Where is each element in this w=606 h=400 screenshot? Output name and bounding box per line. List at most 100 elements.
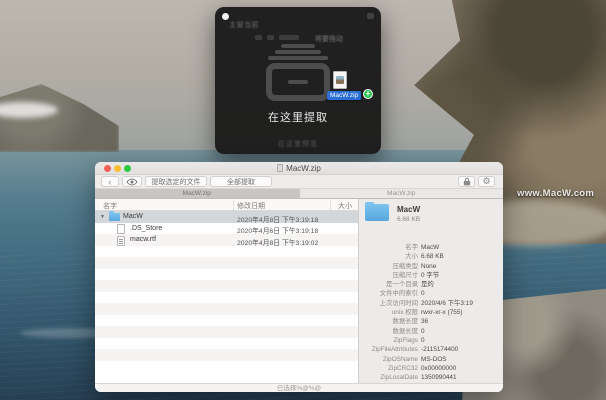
- list-empty-row: [95, 349, 358, 361]
- detail-row: 压缩类型None: [359, 262, 503, 271]
- lock-icon: [463, 177, 471, 186]
- detail-row: 文件中的索引0: [359, 289, 503, 298]
- zip-doc-icon: [277, 164, 283, 172]
- desktop: www.MacW.com 主窗当前 将要拖动 MacW.zip + 在这里提取 …: [0, 0, 606, 400]
- detail-key: 文件中的索引: [359, 289, 421, 298]
- detail-value: 2020/4/6 下午3:19: [421, 299, 473, 308]
- titlebar: MacW.zip: [95, 162, 503, 175]
- tab-macw-zip[interactable]: MacW.zip: [95, 189, 300, 198]
- detail-key: 名字: [359, 243, 421, 252]
- file-list-pane: 名字修改日期大小 ▼MacW2020年4月8日 下午3:19:18.DS_Sto…: [95, 199, 358, 383]
- wallpaper-watermark: www.MacW.com: [517, 188, 594, 199]
- detail-row: ZipCRC320x00000000: [359, 364, 503, 373]
- list-empty-row: [95, 338, 358, 350]
- info-sidebar: MacW 6.68 KB 名字MacW大小6.68 KB压缩类型None压缩尺寸…: [358, 199, 503, 383]
- extract-tray-icon[interactable]: [266, 63, 330, 101]
- hud-corner-icon: [367, 13, 374, 19]
- extract-selected-button[interactable]: 提取选定的文件: [145, 176, 207, 187]
- list-empty-row: [95, 315, 358, 327]
- detail-value: 36: [421, 317, 428, 326]
- hud-chip-icon: [255, 35, 262, 40]
- table-row[interactable]: macw.rtf2020年4月8日 下午3:19:02: [95, 234, 358, 246]
- selected-item-name: MacW: [397, 205, 420, 214]
- detail-key: 大小: [359, 252, 421, 261]
- hud-footer-label: 在这里预览: [215, 139, 381, 149]
- detail-key: 数据长度: [359, 327, 421, 336]
- detail-value: 0x00000000: [421, 364, 456, 373]
- detail-row: ZipOSNameMS-DOS: [359, 355, 503, 364]
- detail-row: unix 权限rwxr-xr-x (755): [359, 308, 503, 317]
- detail-value: 1350990441: [421, 373, 457, 382]
- detail-key: 数据长度: [359, 317, 421, 326]
- dragged-file[interactable]: MacW.zip +: [327, 71, 379, 111]
- hud-hint-label: 将要拖动: [315, 34, 343, 44]
- detail-key: ZipFileAttributes: [359, 345, 421, 354]
- back-button[interactable]: ‹: [101, 176, 119, 187]
- file-rows: ▼MacW2020年4月8日 下午3:19:18.DS_Store2020年4月…: [95, 211, 358, 367]
- detail-key: ZipFlags: [359, 336, 421, 345]
- copy-plus-badge: +: [363, 89, 373, 99]
- file-name: .DS_Store: [130, 225, 162, 232]
- selected-item-size: 6.68 KB: [397, 216, 420, 223]
- hud-header-label: 主窗当前: [229, 20, 259, 30]
- window-title: MacW.zip: [95, 164, 503, 173]
- password-lock-button[interactable]: [458, 176, 475, 187]
- detail-value: 0: [421, 327, 425, 336]
- table-row[interactable]: .DS_Store2020年4月6日 下午3:19:18: [95, 223, 358, 235]
- detail-value: -2115174400: [421, 345, 458, 354]
- detail-row: 数据长度36: [359, 317, 503, 326]
- detail-row: 大小6.68 KB: [359, 252, 503, 261]
- detail-value: 6.68 KB: [421, 252, 444, 261]
- list-empty-row: [95, 269, 358, 281]
- disclosure-icon[interactable]: ▼: [100, 214, 105, 220]
- detail-key: ZipOSName: [359, 355, 421, 364]
- eye-icon: [126, 178, 138, 186]
- detail-key: ZipCRC32: [359, 364, 421, 373]
- hud-chip-icon: [279, 35, 299, 40]
- list-empty-row: [95, 280, 358, 292]
- detail-key: 上次访问时间: [359, 299, 421, 308]
- rtf-file-icon: [117, 236, 125, 246]
- extract-drop-window: 主窗当前 将要拖动 MacW.zip + 在这里提取 在这里预览: [215, 7, 381, 154]
- detail-value: MacW: [421, 243, 439, 252]
- detail-row: ZipFileAttributes-2115174400: [359, 345, 503, 354]
- extract-all-button[interactable]: 全部提取: [210, 176, 272, 187]
- detail-list: 名字MacW大小6.68 KB压缩类型None压缩尺寸0 字节是一个目录是的文件…: [359, 243, 503, 382]
- list-header: 名字 修改日期 大小: [95, 199, 358, 211]
- tab-bar: MacW.zipMacW.zip: [95, 189, 503, 199]
- detail-key: 压缩尺寸: [359, 271, 421, 280]
- tab-macw-zip[interactable]: MacW.zip: [300, 189, 504, 198]
- column-header-1[interactable]: 修改日期: [237, 201, 265, 211]
- detail-row: ZipLocalDate1350990441: [359, 373, 503, 382]
- table-row[interactable]: ▼MacW2020年4月8日 下午3:19:18: [95, 211, 358, 223]
- detail-row: 数据长度0: [359, 327, 503, 336]
- detail-key: 压缩类型: [359, 262, 421, 271]
- list-empty-row: [95, 292, 358, 304]
- list-empty-row: [95, 361, 358, 368]
- detail-value: 是的: [421, 280, 434, 289]
- column-header-2[interactable]: 大小: [338, 201, 352, 211]
- detail-value: 0 字节: [421, 271, 439, 280]
- detail-value: MS-DOS: [421, 355, 447, 364]
- list-empty-row: [95, 303, 358, 315]
- detail-key: unix 权限: [359, 308, 421, 317]
- list-empty-row: [95, 246, 358, 258]
- list-empty-row: [95, 257, 358, 269]
- column-header-0[interactable]: 名字: [103, 201, 117, 211]
- file-name: MacW: [123, 213, 143, 220]
- archive-stack-icon: [263, 44, 333, 62]
- status-bar: 已选择%@%@: [95, 383, 503, 392]
- dragged-file-icon: [333, 71, 347, 89]
- folder-icon: [109, 213, 120, 221]
- close-button[interactable]: [222, 13, 229, 20]
- detail-value: 0: [421, 336, 425, 345]
- toolbar: ‹ 提取选定的文件 全部提取 ⚙: [95, 175, 503, 189]
- detail-row: ZipFlags0: [359, 336, 503, 345]
- gear-icon: ⚙: [482, 176, 490, 187]
- preview-eye-button[interactable]: [122, 176, 142, 187]
- detail-row: 是一个目录是的: [359, 280, 503, 289]
- settings-gear-button[interactable]: ⚙: [478, 176, 495, 187]
- detail-key: 是一个目录: [359, 280, 421, 289]
- file-name: macw.rtf: [130, 236, 156, 243]
- archive-window: MacW.zip ‹ 提取选定的文件 全部提取: [95, 162, 503, 392]
